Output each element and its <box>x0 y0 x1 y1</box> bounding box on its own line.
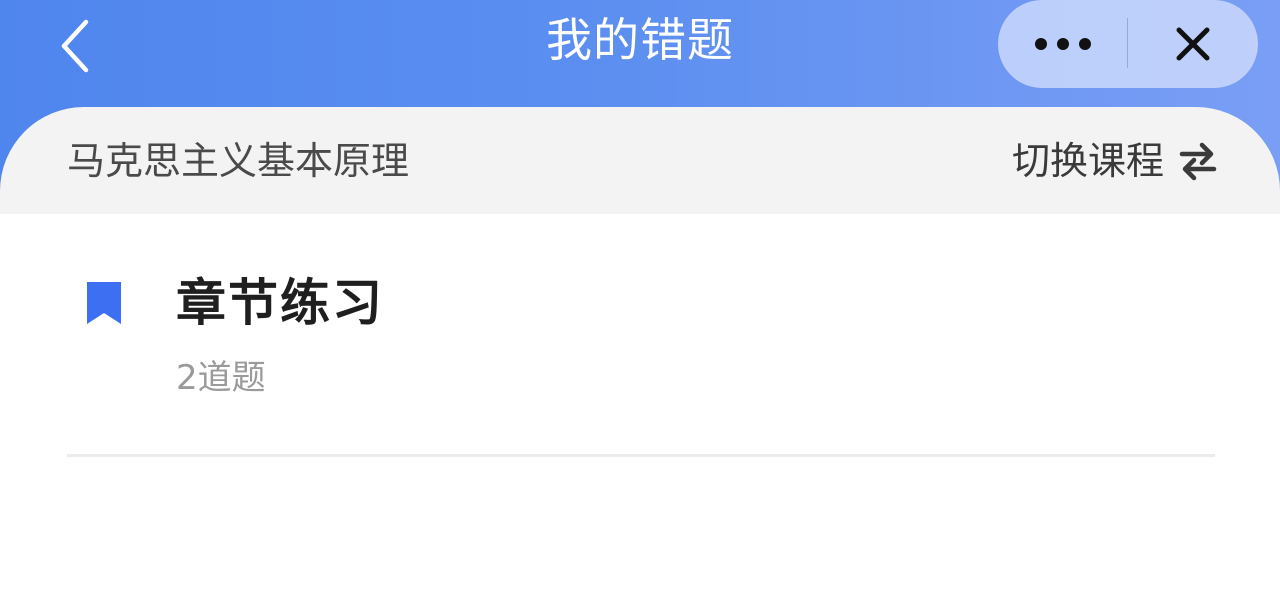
bookmark-icon <box>87 282 121 324</box>
wrong-questions-page: 我的错题 马克思主义基本原理 切换课程 章节练习 2道题 <box>0 0 1280 610</box>
close-button[interactable] <box>1128 0 1258 88</box>
close-icon <box>1176 27 1210 61</box>
mini-program-capsule <box>998 0 1258 88</box>
item-count: 2道题 <box>176 358 266 398</box>
more-button[interactable] <box>998 0 1128 88</box>
switch-course-label: 切换课程 <box>1011 139 1164 183</box>
course-name: 马克思主义基本原理 <box>67 139 410 183</box>
item-title: 章节练习 <box>176 274 384 332</box>
more-dots-icon <box>1035 38 1091 50</box>
list-item[interactable]: 章节练习 2道题 <box>0 214 1280 457</box>
course-bar: 马克思主义基本原理 切换课程 <box>0 107 1280 214</box>
swap-icon <box>1179 142 1217 181</box>
switch-course-button[interactable]: 切换课程 <box>1012 133 1218 189</box>
header-bar: 我的错题 马克思主义基本原理 切换课程 <box>0 0 1280 214</box>
divider <box>67 454 1215 457</box>
